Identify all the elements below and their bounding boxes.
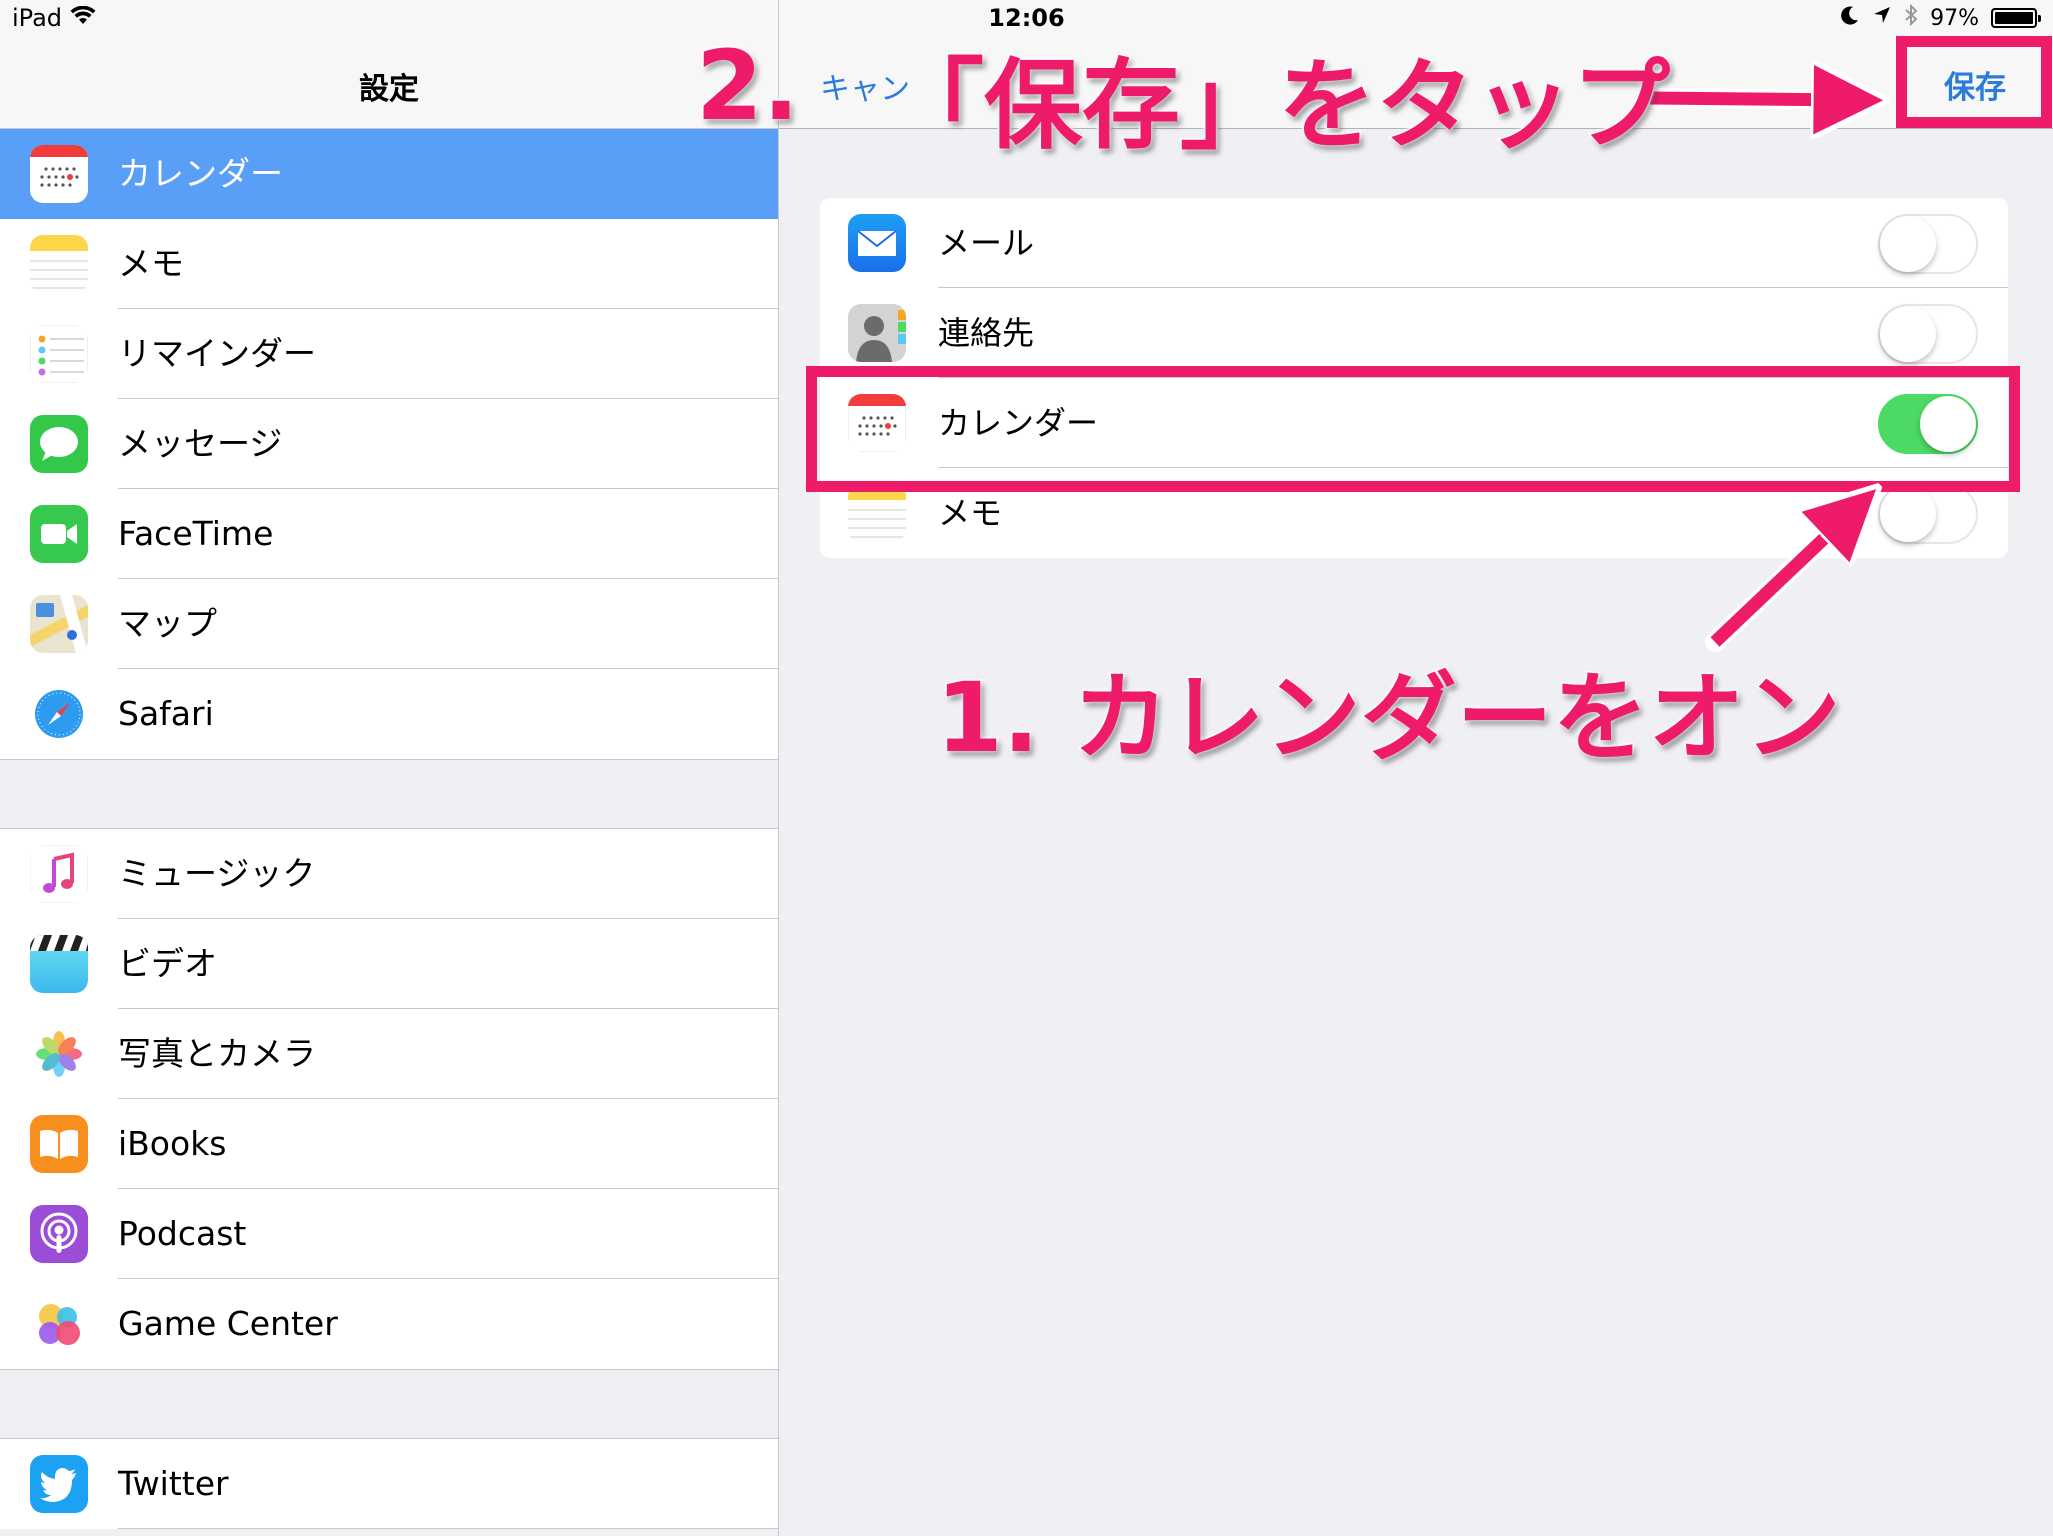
status-right: 97% [1840, 3, 2041, 32]
arrow-to-calendar-toggle [1710, 512, 1852, 647]
step2-number: 2. [694, 29, 800, 144]
status-time: 12:06 [988, 4, 1065, 32]
moon-icon [1840, 5, 1860, 31]
location-arrow-icon [1872, 5, 1892, 31]
status-bar: iPad 12:06 97% [0, 0, 2053, 40]
step2-instruction: 「保存」をタップ [884, 48, 1671, 165]
battery-icon [1991, 8, 2041, 28]
arrow-to-save [1649, 98, 1850, 100]
battery-percent: 97% [1930, 5, 1979, 31]
step1-instruction: 1. カレンダーをオン [935, 661, 1843, 776]
bluetooth-icon [1904, 3, 1918, 32]
